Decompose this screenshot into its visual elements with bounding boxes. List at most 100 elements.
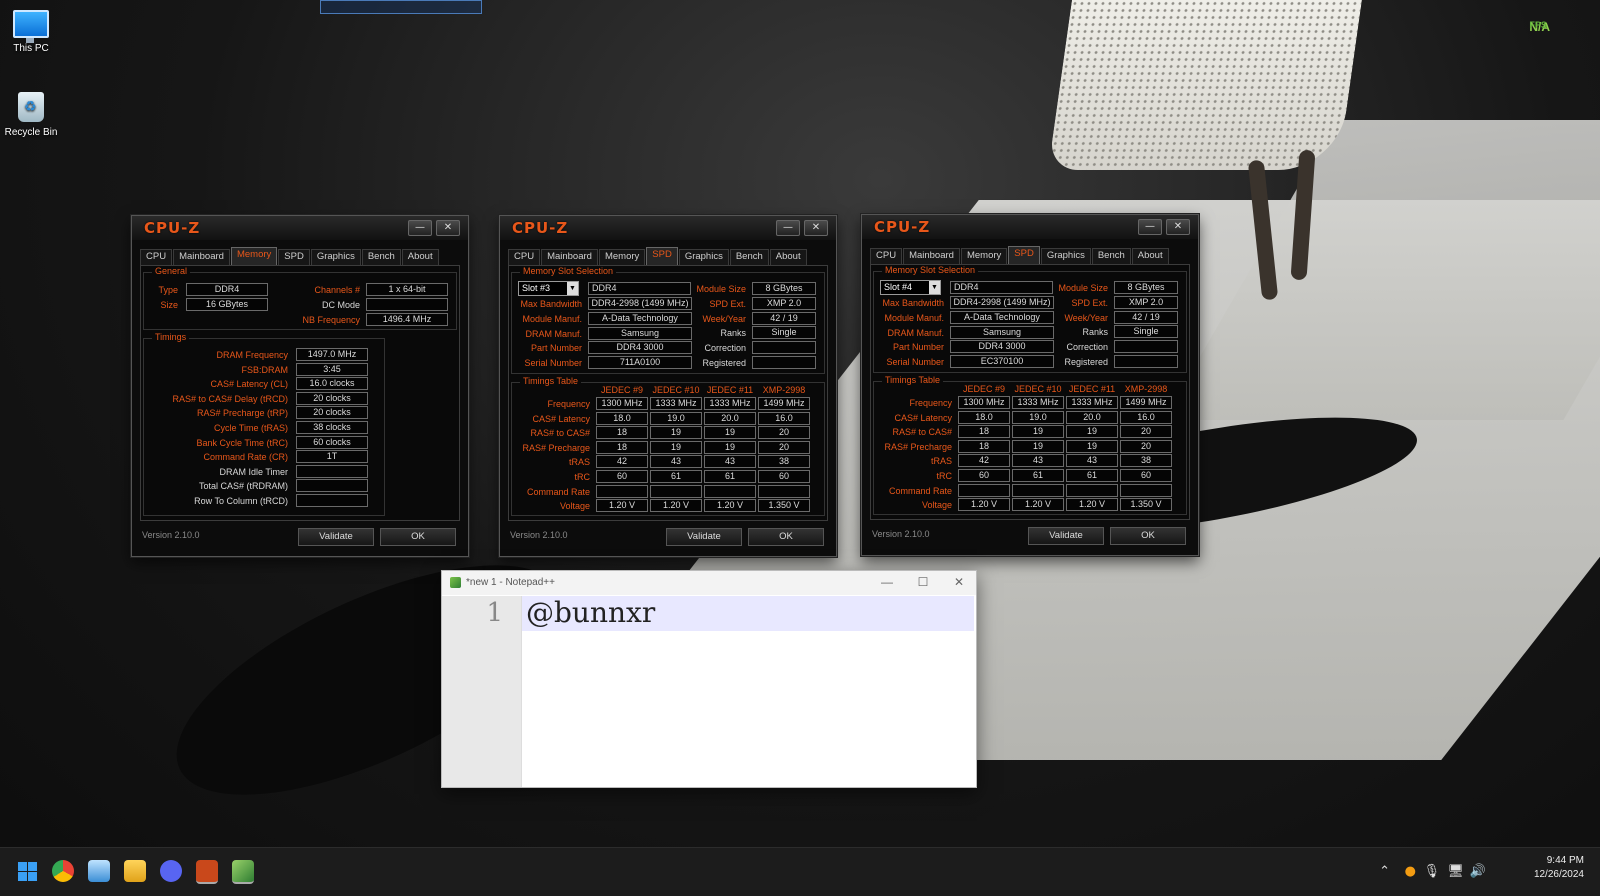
dcmode-value xyxy=(366,298,448,311)
minimize-button[interactable]: — xyxy=(878,575,896,589)
tab-graphics[interactable]: Graphics xyxy=(310,249,361,265)
tab-memory[interactable]: Memory xyxy=(960,248,1008,264)
version-label: Version 2.10.0 xyxy=(510,530,568,540)
cpuz-window-memory: CPU-Z — ✕ CPU Mainboard Memory SPD Graph… xyxy=(131,215,469,557)
timing-cell: 19 xyxy=(704,440,756,454)
microphone-icon[interactable]: 🎙 xyxy=(1423,864,1440,879)
title-bar[interactable]: CPU-Z — ✕ xyxy=(500,216,836,240)
tab-memory[interactable]: Memory xyxy=(598,249,646,265)
ok-button[interactable]: OK xyxy=(748,528,824,546)
tab-spd[interactable]: SPD xyxy=(278,249,310,265)
close-button[interactable]: ✕ xyxy=(950,575,968,589)
spd-field-label: SPD Ext. xyxy=(1071,297,1108,308)
spd-field-value: DDR4 3000 xyxy=(950,340,1054,354)
maximize-button[interactable]: ☐ xyxy=(914,575,932,589)
cpuz-icon[interactable] xyxy=(196,860,218,884)
timing-cell: 38 xyxy=(1120,454,1172,468)
size-label: Size xyxy=(160,300,178,310)
tab-about[interactable]: About xyxy=(769,249,807,265)
timing-cell xyxy=(1012,483,1064,497)
spd-field-value: Single xyxy=(1114,325,1178,339)
timing-cell: 1.350 V xyxy=(758,499,810,513)
editor-current-line[interactable]: @bunnxr xyxy=(522,596,974,631)
desktop-icon-this-pc[interactable]: This PC xyxy=(0,10,62,54)
timings-group: Timings DRAM Frequency 1497.0 MHz FSB:DRAM… xyxy=(143,332,385,516)
version-label: Version 2.10.0 xyxy=(872,529,930,539)
clock-date: 12/26/2024 xyxy=(1533,869,1584,880)
tab-memory[interactable]: Memory xyxy=(230,247,278,265)
file-explorer-icon[interactable] xyxy=(124,860,146,882)
spd-field-value: A-Data Technology xyxy=(950,310,1054,324)
discord-icon[interactable] xyxy=(160,860,182,882)
validate-button[interactable]: Validate xyxy=(666,528,742,546)
tab-bench[interactable]: Bench xyxy=(729,249,769,265)
timing-value: 20 clocks xyxy=(296,391,368,405)
spd-field-value: Samsung xyxy=(950,325,1054,339)
nbfreq-value: 1496.4 MHz xyxy=(366,313,448,326)
tab-bench[interactable]: Bench xyxy=(1091,248,1131,264)
timing-cell xyxy=(1120,483,1172,497)
ok-button[interactable]: OK xyxy=(380,528,456,546)
spd-panel: Memory Slot Selection Slot #4 ▼ DDR4 Max Ban… xyxy=(870,264,1190,520)
timing-row-label: Frequency xyxy=(547,399,590,409)
timing-cell: 19.0 xyxy=(650,411,702,425)
timing-label: RAS# Precharge (tRP) xyxy=(196,408,288,419)
chevron-up-icon[interactable]: ⌃ xyxy=(1379,864,1390,879)
title-bar[interactable]: CPU-Z — ✕ xyxy=(862,215,1198,239)
timing-cell: 18.0 xyxy=(958,410,1010,424)
selection-rectangle xyxy=(320,0,482,14)
tab-about[interactable]: About xyxy=(1131,248,1169,264)
column-header: JEDEC #10 xyxy=(652,385,700,395)
notepad-plus-plus-icon[interactable] xyxy=(232,860,254,884)
minimize-button[interactable]: — xyxy=(408,220,432,236)
window-title: *new 1 - Notepad++ xyxy=(466,577,555,588)
column-header: XMP-2998 xyxy=(762,385,806,395)
timing-cell: 61 xyxy=(650,470,702,483)
timing-row-label: tRC xyxy=(936,471,953,481)
tab-bench[interactable]: Bench xyxy=(361,249,401,265)
title-bar[interactable]: *new 1 - Notepad++ — ☐ ✕ xyxy=(442,571,976,595)
chrome-icon[interactable] xyxy=(52,860,74,882)
tab-graphics[interactable]: Graphics xyxy=(678,249,729,265)
minimize-button[interactable]: — xyxy=(1138,219,1162,235)
tab-spd[interactable]: SPD xyxy=(1008,246,1040,264)
tab-graphics[interactable]: Graphics xyxy=(1040,248,1091,264)
desktop-icon-label: Recycle Bin xyxy=(4,127,58,138)
network-icon[interactable]: 🖥 xyxy=(1447,864,1464,879)
monitor-icon xyxy=(13,10,49,43)
tab-mainboard[interactable]: Mainboard xyxy=(903,248,960,264)
spd-field-label: Correction xyxy=(704,343,746,354)
close-button[interactable]: ✕ xyxy=(1166,219,1190,235)
tab-mainboard[interactable]: Mainboard xyxy=(173,249,230,265)
timing-cell: 18 xyxy=(596,426,648,440)
slot-select[interactable]: Slot #4 ▼ xyxy=(880,280,941,295)
title-bar[interactable]: CPU-Z — ✕ xyxy=(132,216,468,240)
slot-select[interactable]: Slot #3 ▼ xyxy=(518,281,579,296)
memory-type-value: DDR4 xyxy=(950,281,1053,294)
tray-app-icon[interactable]: ● xyxy=(1405,864,1416,879)
windows-start-icon[interactable] xyxy=(16,860,38,882)
timing-cell: 43 xyxy=(704,455,756,469)
dcmode-label: DC Mode xyxy=(321,300,360,310)
close-button[interactable]: ✕ xyxy=(804,220,828,236)
minimize-button[interactable]: — xyxy=(776,220,800,236)
volume-icon[interactable]: 🔊 xyxy=(1470,864,1486,879)
tab-cpu[interactable]: CPU xyxy=(508,249,541,265)
desktop-icon-recycle-bin[interactable]: Recycle Bin xyxy=(0,92,62,138)
tab-about[interactable]: About xyxy=(401,249,439,265)
group-title: Timings Table xyxy=(882,375,944,385)
tab-mainboard[interactable]: Mainboard xyxy=(541,249,598,265)
timing-cell xyxy=(704,484,756,498)
tab-cpu[interactable]: CPU xyxy=(870,248,903,264)
group-title: Memory Slot Selection xyxy=(882,265,979,275)
timing-cell: 1.20 V xyxy=(596,499,648,513)
validate-button[interactable]: Validate xyxy=(298,528,374,546)
tab-spd[interactable]: SPD xyxy=(646,247,678,265)
control-panel-icon[interactable] xyxy=(88,860,110,882)
tab-cpu[interactable]: CPU xyxy=(140,249,173,265)
validate-button[interactable]: Validate xyxy=(1028,527,1104,545)
timing-cell: 1.20 V xyxy=(650,499,702,513)
ok-button[interactable]: OK xyxy=(1110,527,1186,545)
close-button[interactable]: ✕ xyxy=(436,220,460,236)
clock[interactable]: 9:44 PM 12/26/2024 xyxy=(1534,854,1584,882)
